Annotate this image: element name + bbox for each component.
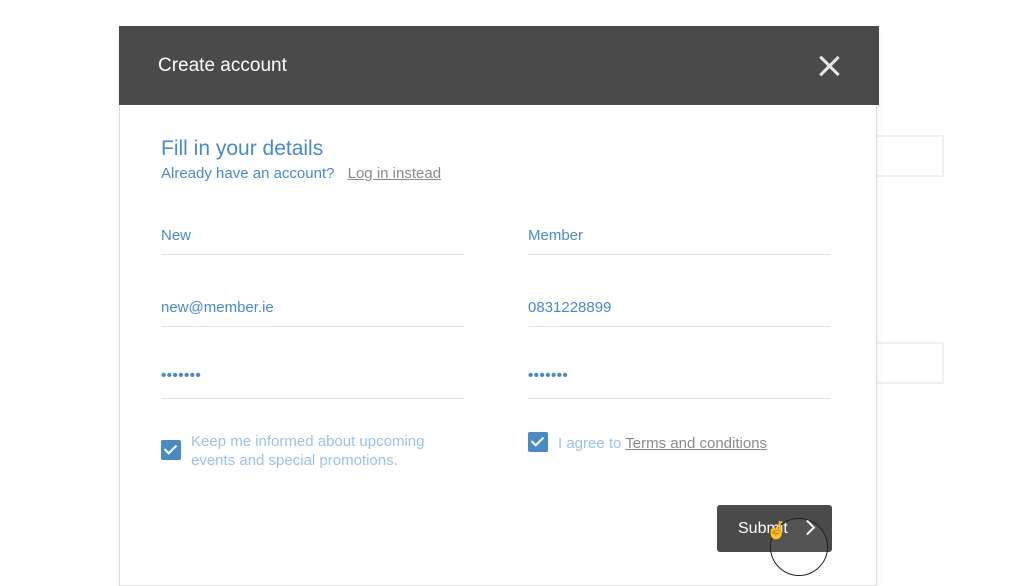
- terms-link[interactable]: Terms and conditions: [625, 435, 767, 452]
- create-account-modal: Create account Fill in your details Alre…: [119, 26, 879, 586]
- phone-field[interactable]: 0831228899: [528, 287, 831, 327]
- modal-header: Create account: [119, 26, 879, 105]
- newsletter-label: Keep me informed about upcoming events a…: [191, 432, 424, 470]
- first-name-field[interactable]: New: [161, 215, 464, 255]
- last-name-value: Member: [528, 227, 584, 244]
- login-link[interactable]: Log in instead: [348, 165, 441, 182]
- form-heading: Fill in your details: [161, 137, 324, 160]
- confirm-password-value: •••••••: [528, 367, 569, 384]
- confirm-password-field[interactable]: •••••••: [528, 359, 831, 399]
- password-field[interactable]: •••••••: [161, 359, 464, 399]
- terms-checkbox[interactable]: [528, 432, 548, 452]
- close-icon[interactable]: [818, 55, 840, 77]
- login-prompt-line: Already have an account? Log in instead: [161, 165, 441, 182]
- terms-label: I agree to Terms and conditions: [558, 434, 767, 453]
- password-value: •••••••: [161, 367, 202, 384]
- newsletter-checkbox[interactable]: [161, 440, 181, 460]
- newsletter-label-line2: events and special promotions.: [191, 452, 398, 469]
- email-value: new@member.ie: [161, 299, 274, 316]
- login-prompt: Already have an account?: [161, 165, 335, 182]
- newsletter-label-line1: Keep me informed about upcoming: [191, 433, 425, 450]
- email-field[interactable]: new@member.ie: [161, 287, 464, 327]
- first-name-value: New: [161, 227, 192, 244]
- hand-pointer-icon: ☝: [766, 521, 788, 540]
- terms-prefix: I agree to: [558, 435, 622, 452]
- phone-value: 0831228899: [528, 299, 612, 316]
- modal-title: Create account: [158, 55, 287, 76]
- last-name-field[interactable]: Member: [528, 215, 831, 255]
